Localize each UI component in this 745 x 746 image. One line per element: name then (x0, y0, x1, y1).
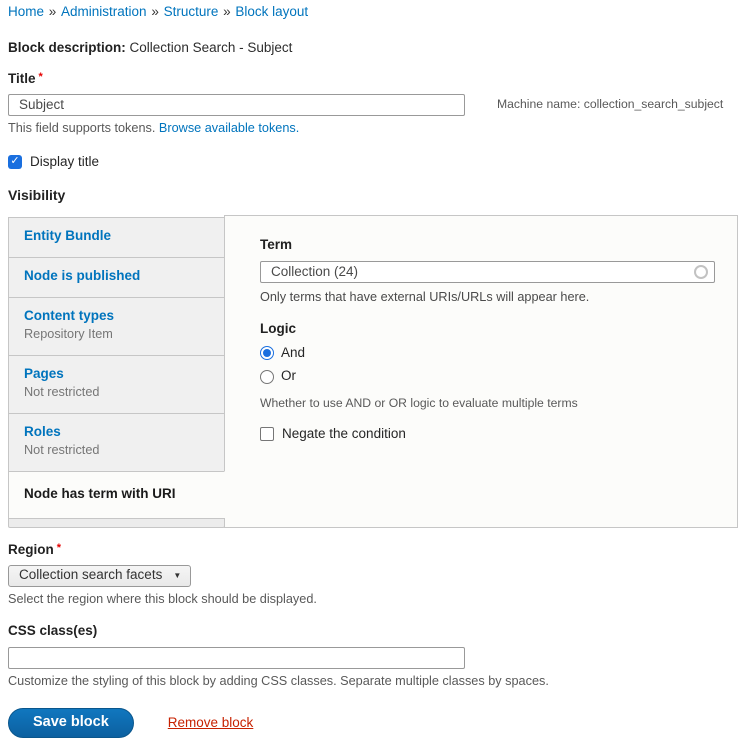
block-description-value: Collection Search - Subject (130, 40, 293, 55)
term-label: Term (260, 237, 715, 254)
visibility-vertical-tabs: Entity Bundle Node is published Content ty… (8, 215, 738, 528)
visibility-tab-node-is-published[interactable]: Node is published (8, 257, 225, 298)
breadcrumb-separator: » (45, 4, 60, 19)
breadcrumb: Home » Administration » Structure » Bloc… (8, 4, 737, 21)
visibility-tab-node-has-term-with-uri[interactable]: Node has term with URI (8, 471, 225, 519)
region-select[interactable]: Collection search facets ▼ (8, 565, 191, 587)
title-help-text: This field supports tokens. (8, 121, 159, 135)
block-configure-page: Home » Administration » Structure » Bloc… (0, 0, 745, 746)
css-classes-field: CSS class(es) Customize the styling of t… (8, 623, 737, 690)
radio-label: And (281, 345, 305, 362)
logic-label: Logic (260, 321, 715, 338)
css-classes-help: Customize the styling of this block by a… (8, 674, 737, 690)
autocomplete-throbber-icon (694, 265, 708, 279)
breadcrumb-separator: » (219, 4, 234, 19)
logic-options: And Or (260, 345, 715, 386)
block-description: Block description: Collection Search - S… (8, 40, 737, 57)
machine-name: Machine name: collection_search_subject (497, 97, 723, 112)
css-classes-label: CSS class(es) (8, 623, 737, 640)
required-marker: * (57, 542, 61, 554)
visibility-heading: Visibility (8, 187, 737, 205)
visibility-tab-panel: Term Only terms that have external URIs/… (224, 215, 738, 528)
tab-title: Content types (24, 307, 214, 324)
breadcrumb-separator: » (148, 4, 163, 19)
title-label: Title (8, 71, 36, 86)
negate-condition-label: Negate the condition (282, 426, 406, 443)
title-input[interactable] (8, 94, 465, 116)
region-help: Select the region where this block shoul… (8, 592, 737, 608)
tab-title: Roles (24, 423, 214, 440)
visibility-tab-roles[interactable]: Roles Not restricted (8, 413, 225, 472)
radio-or[interactable] (260, 370, 274, 384)
required-marker: * (39, 71, 43, 83)
tab-title: Pages (24, 365, 214, 382)
browse-tokens-link[interactable]: Browse available tokens. (159, 121, 299, 135)
logic-option-and[interactable]: And (260, 345, 715, 362)
save-block-button[interactable]: Save block (8, 708, 134, 738)
term-help: Only terms that have external URIs/URLs … (260, 290, 715, 306)
machine-name-value: collection_search_subject (584, 97, 724, 111)
display-title-label: Display title (30, 154, 99, 171)
display-title-row[interactable]: ✓ Display title (8, 154, 737, 171)
breadcrumb-link-home[interactable]: Home (8, 4, 44, 19)
breadcrumb-link-structure[interactable]: Structure (164, 4, 219, 19)
logic-help: Whether to use AND or OR logic to evalua… (260, 396, 715, 411)
visibility-tab-pages[interactable]: Pages Not restricted (8, 355, 225, 414)
tab-title: Entity Bundle (24, 227, 214, 244)
tab-summary: Not restricted (24, 384, 214, 400)
tab-title: Node has term with URI (24, 485, 214, 502)
region-selected-option: Collection search facets (19, 567, 162, 584)
tab-summary: Repository Item (24, 326, 214, 342)
radio-label: Or (281, 368, 296, 385)
tab-summary: Not restricted (24, 442, 214, 458)
radio-and[interactable] (260, 346, 274, 360)
title-help: This field supports tokens. Browse avail… (8, 121, 737, 137)
breadcrumb-link-block-layout[interactable]: Block layout (235, 4, 308, 19)
display-title-checkbox[interactable]: ✓ (8, 155, 22, 169)
tab-title: Node is published (24, 267, 214, 284)
tabs-menu-footer (8, 518, 225, 528)
region-field: Region* Collection search facets ▼ Selec… (8, 542, 737, 608)
remove-block-link[interactable]: Remove block (168, 715, 254, 732)
negate-condition-row[interactable]: Negate the condition (260, 426, 715, 443)
visibility-tabs-menu: Entity Bundle Node is published Content ty… (8, 217, 225, 528)
term-autocomplete-input[interactable] (260, 261, 715, 283)
machine-name-label: Machine name: (497, 97, 580, 111)
form-actions: Save block Remove block (8, 708, 737, 746)
block-description-label: Block description: (8, 40, 126, 55)
caret-down-icon: ▼ (173, 571, 181, 581)
negate-condition-checkbox[interactable] (260, 427, 274, 441)
visibility-tab-content-types[interactable]: Content types Repository Item (8, 297, 225, 356)
title-field: Title* Machine name: collection_search_s… (8, 71, 737, 137)
visibility-tab-entity-bundle[interactable]: Entity Bundle (8, 217, 225, 258)
region-label: Region (8, 542, 54, 557)
logic-option-or[interactable]: Or (260, 368, 715, 385)
css-classes-input[interactable] (8, 647, 465, 669)
breadcrumb-link-administration[interactable]: Administration (61, 4, 147, 19)
